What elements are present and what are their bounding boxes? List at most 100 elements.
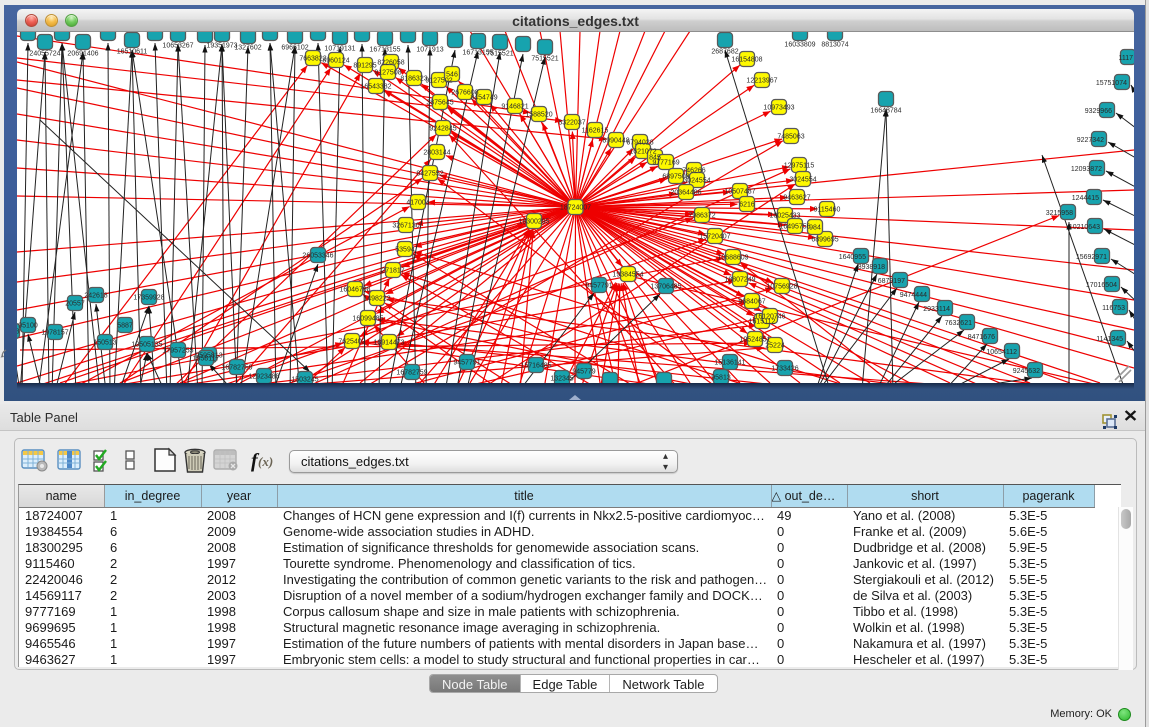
svg-text:1141345: 1141345 xyxy=(1096,336,1123,343)
svg-text:8471676: 8471676 xyxy=(968,334,995,341)
svg-text:16782759: 16782759 xyxy=(396,370,427,377)
svg-text:15136141: 15136141 xyxy=(714,360,745,367)
svg-text:10688609: 10688609 xyxy=(717,255,748,262)
svg-text:150513: 150513 xyxy=(93,340,116,347)
svg-text:6879197: 6879197 xyxy=(878,278,905,285)
svg-text:13706485: 13706485 xyxy=(650,284,681,291)
svg-text:17957255: 17957255 xyxy=(162,348,193,355)
svg-text:12923488: 12923488 xyxy=(248,374,279,381)
svg-text:1640955: 1640955 xyxy=(839,254,866,261)
svg-text:16495756: 16495756 xyxy=(779,224,810,231)
svg-text:9127502: 9127502 xyxy=(425,78,452,85)
svg-text:16914473: 16914473 xyxy=(373,340,404,347)
svg-text:8113: 8113 xyxy=(17,329,20,336)
svg-text:1498222: 1498222 xyxy=(363,296,390,303)
svg-text:20364486: 20364486 xyxy=(670,190,701,197)
svg-text:132345: 132345 xyxy=(550,376,573,383)
svg-text:18300295: 18300295 xyxy=(518,219,549,226)
svg-text:1327602: 1327602 xyxy=(234,45,261,52)
svg-text:19351973: 19351973 xyxy=(206,43,237,50)
svg-text:10654112: 10654112 xyxy=(986,349,1017,356)
svg-text:17016504: 17016504 xyxy=(1086,282,1117,289)
svg-text:9127508: 9127508 xyxy=(374,70,401,77)
svg-text:242618: 242618 xyxy=(84,293,107,300)
svg-text:17359928: 17359928 xyxy=(133,295,164,302)
svg-text:26053346: 26053346 xyxy=(302,253,333,260)
svg-text:16120746: 16120746 xyxy=(754,314,785,321)
svg-text:8813074: 8813074 xyxy=(821,42,848,49)
svg-text:8960124: 8960124 xyxy=(322,58,349,65)
svg-text:6966102: 6966102 xyxy=(281,45,308,52)
svg-text:15716485: 15716485 xyxy=(520,363,551,370)
svg-text:945779: 945779 xyxy=(572,369,595,376)
svg-text:16046798: 16046798 xyxy=(339,287,370,294)
svg-text:95100: 95100 xyxy=(18,323,38,330)
svg-text:271817: 271817 xyxy=(381,268,404,275)
svg-text:10025433: 10025433 xyxy=(769,213,800,220)
svg-text:15751074: 15751074 xyxy=(1096,80,1127,87)
svg-text:9329966: 9329966 xyxy=(1085,108,1112,115)
svg-text:1117: 1117 xyxy=(1118,55,1133,62)
svg-text:10507487: 10507487 xyxy=(724,189,755,196)
svg-text:10973493: 10973493 xyxy=(763,105,794,112)
svg-text:3024554: 3024554 xyxy=(683,178,710,185)
svg-text:9777169: 9777169 xyxy=(652,160,679,167)
svg-text:8226058: 8226058 xyxy=(377,60,404,67)
svg-text:18724007: 18724007 xyxy=(560,205,591,212)
svg-text:24055724: 24055724 xyxy=(29,51,60,58)
svg-text:984: 984 xyxy=(809,225,821,232)
svg-text:16782759: 16782759 xyxy=(221,365,252,372)
svg-text:6216: 6216 xyxy=(739,202,755,209)
svg-text:9115460: 9115460 xyxy=(814,207,841,214)
svg-text:7485063: 7485063 xyxy=(777,134,804,141)
svg-text:9242845: 9242845 xyxy=(429,126,456,133)
svg-text:9146821: 9146821 xyxy=(501,104,528,111)
svg-text:7515521: 7515521 xyxy=(531,56,558,63)
svg-text:1733426: 1733426 xyxy=(771,366,798,373)
svg-text:16510611: 16510611 xyxy=(117,49,148,56)
svg-text:16033809: 16033809 xyxy=(784,42,815,49)
svg-text:2687682: 2687682 xyxy=(711,49,738,56)
svg-text:3215958: 3215958 xyxy=(1046,210,1073,217)
svg-text:9457791: 9457791 xyxy=(453,360,480,367)
svg-text:1244415: 1244415 xyxy=(1072,195,1099,202)
svg-text:10653267: 10653267 xyxy=(162,43,193,50)
svg-text:19505135: 19505135 xyxy=(131,342,162,349)
svg-text:15720407: 15720407 xyxy=(699,234,730,241)
svg-text:417004: 417004 xyxy=(406,200,429,207)
svg-text:116753: 116753 xyxy=(1102,305,1125,312)
svg-text:1162615: 1162615 xyxy=(582,128,609,135)
svg-text:3267130: 3267130 xyxy=(392,223,419,230)
svg-text:16713155: 16713155 xyxy=(369,47,400,54)
svg-text:19384554: 19384554 xyxy=(612,272,643,279)
svg-text:1588520: 1588520 xyxy=(525,112,552,119)
svg-text:1071913: 1071913 xyxy=(416,47,443,54)
svg-text:20557: 20557 xyxy=(65,301,85,308)
svg-text:16154808: 16154808 xyxy=(731,57,762,64)
svg-text:53594: 53594 xyxy=(395,247,415,254)
svg-text:12093872: 12093872 xyxy=(1071,166,1102,173)
svg-text:746266: 746266 xyxy=(682,168,705,175)
svg-text:9227342: 9227342 xyxy=(1077,137,1104,144)
svg-text:7625402: 7625402 xyxy=(338,339,365,346)
svg-text:9457791: 9457791 xyxy=(585,283,612,290)
svg-text:9463627: 9463627 xyxy=(783,195,810,202)
svg-text:10210643: 10210643 xyxy=(1069,224,1100,231)
svg-text:7986372: 7986372 xyxy=(688,213,715,220)
svg-text:10756928: 10756928 xyxy=(766,284,797,291)
svg-text:2933114: 2933114 xyxy=(923,306,950,313)
svg-text:18807249: 18807249 xyxy=(724,277,755,284)
svg-text:3024554: 3024554 xyxy=(789,177,816,184)
svg-text:16648784: 16648784 xyxy=(870,108,901,115)
svg-text:7632621: 7632621 xyxy=(945,320,972,327)
svg-text:2803144: 2803144 xyxy=(423,150,450,157)
svg-text:6794028: 6794028 xyxy=(626,140,653,147)
svg-text:6899695: 6899695 xyxy=(811,237,838,244)
svg-text:9245632: 9245632 xyxy=(1013,368,1040,375)
svg-text:5887: 5887 xyxy=(117,323,133,330)
svg-text:9474444: 9474444 xyxy=(900,292,927,299)
svg-text:12213967: 12213967 xyxy=(746,78,777,85)
svg-text:7515521: 7515521 xyxy=(486,51,513,58)
svg-text:9684067: 9684067 xyxy=(738,299,765,306)
svg-text:8186323: 8186323 xyxy=(400,76,427,83)
